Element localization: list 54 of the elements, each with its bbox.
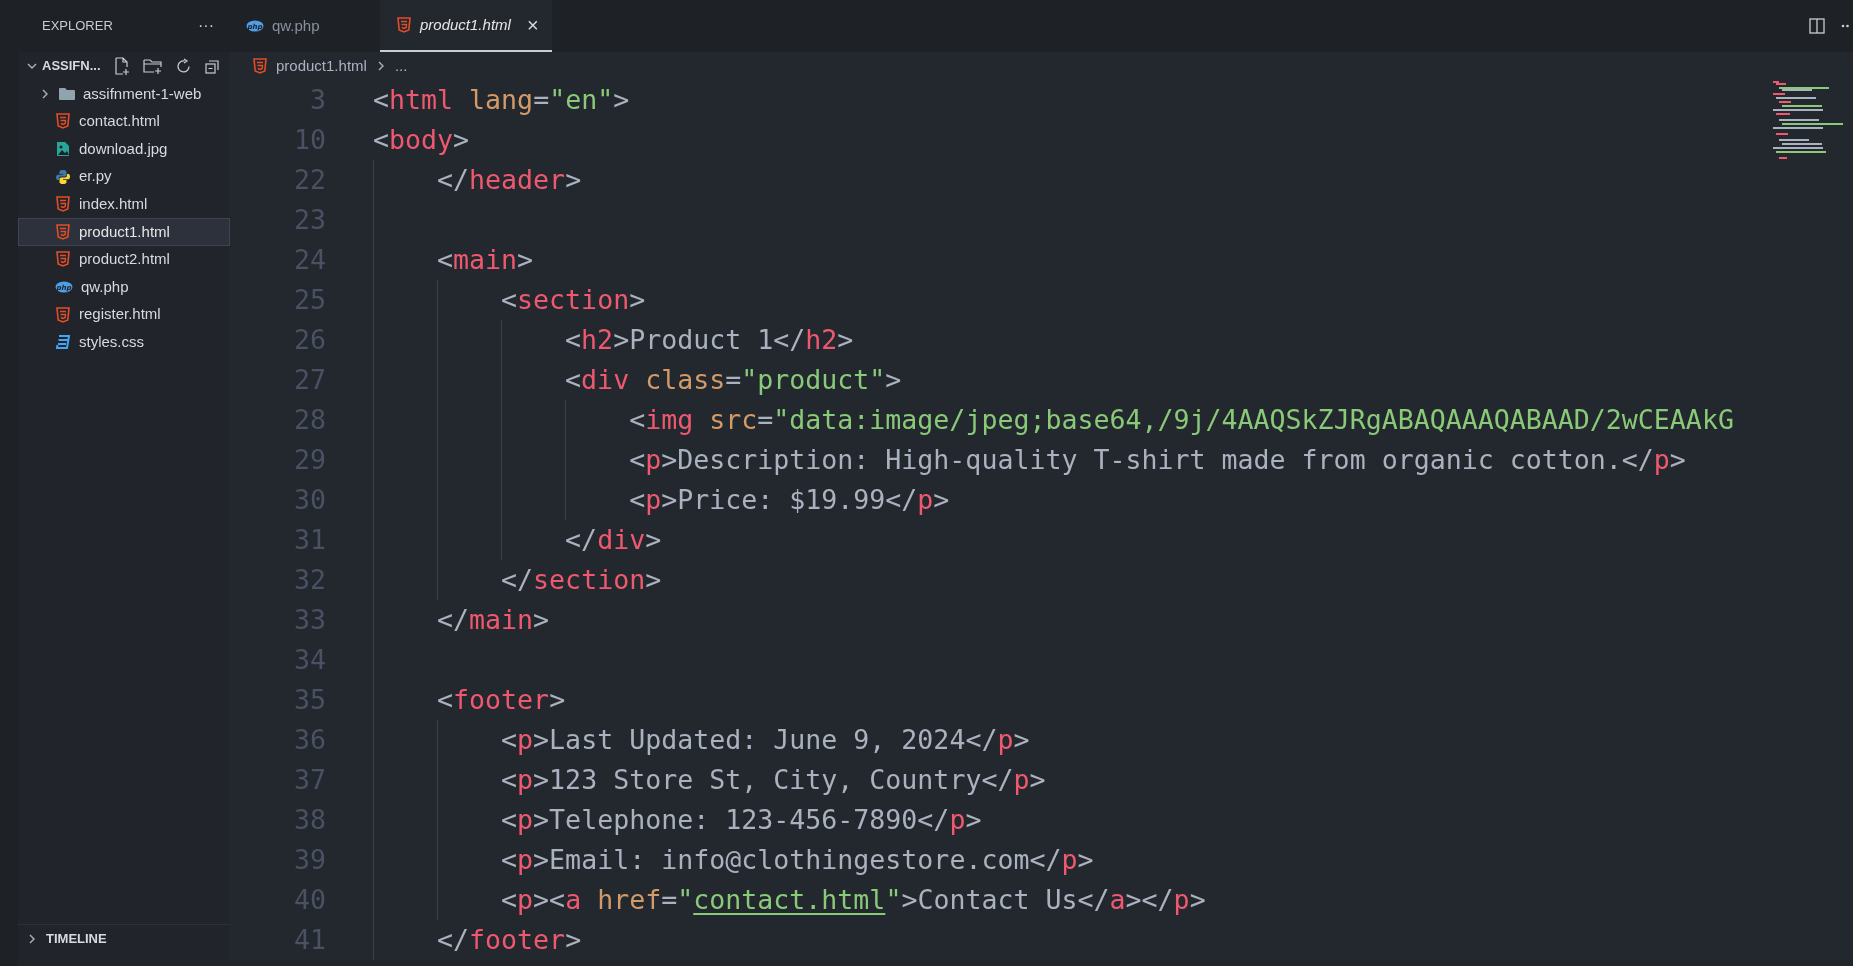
- code-line: <p><a href="contact.html">Contact Us</a></p>: [501, 883, 1207, 918]
- html-file-icon: [55, 251, 71, 268]
- breadcrumb-more[interactable]: ...: [394, 54, 408, 78]
- file-tree-item[interactable]: product2.html: [18, 245, 230, 274]
- css-file-icon: [55, 334, 71, 351]
- html-file-icon: [55, 223, 71, 240]
- code-line: <p>Telephone: 123-456-7890</p>: [501, 803, 983, 838]
- file-tree-item[interactable]: assifnment-1-web: [18, 80, 230, 108]
- refresh-icon[interactable]: [174, 57, 192, 75]
- code-line: </main>: [437, 603, 551, 638]
- file-tree-item[interactable]: download.jpg: [18, 135, 230, 163]
- timeline-section[interactable]: TIMELINE: [26, 928, 107, 949]
- html-file-icon: [396, 17, 412, 33]
- file-tree-item[interactable]: styles.css: [18, 328, 230, 356]
- html-file-icon: [55, 196, 71, 213]
- code-line: <div class="product">: [565, 363, 903, 398]
- code-line: <p>Price: $19.99</p>: [629, 483, 951, 518]
- python-file-icon: [55, 168, 71, 185]
- code-line: <p>123 Store St, City, Country</p>: [501, 763, 1047, 798]
- html-file-icon: [55, 306, 71, 323]
- file-tree-item[interactable]: er.py: [18, 162, 230, 191]
- code-line: <p>Last Updated: June 9, 2024</p>: [501, 723, 1031, 758]
- file-tree-item[interactable]: register.html: [18, 300, 230, 329]
- code-line: </footer>: [437, 923, 583, 958]
- html-file-icon: [252, 58, 268, 74]
- new-file-icon[interactable]: [112, 57, 131, 75]
- html-file-icon: [55, 113, 71, 130]
- code-line: <img src="data:image/jpeg;base64,/9j/4AAQSkZJRgABAQAAAQABAAD/2wCEAAkG: [629, 403, 1735, 438]
- more-actions-button[interactable]: ···: [198, 14, 214, 38]
- file-tree-item[interactable]: contact.html: [18, 107, 230, 136]
- code-line: <p>Email: info@clothingestore.com</p>: [501, 843, 1095, 878]
- file-tree-item[interactable]: product1.html: [18, 217, 230, 246]
- code-line: </div>: [565, 523, 663, 558]
- editor-tab[interactable]: product1.html ×: [380, 0, 552, 52]
- code-line: <footer>: [437, 683, 567, 718]
- folder-icon: [59, 86, 75, 101]
- close-tab-button[interactable]: ×: [526, 10, 539, 40]
- file-tree-item[interactable]: index.html: [18, 190, 230, 218]
- collapse-all-icon[interactable]: [203, 57, 221, 75]
- code-line: </header>: [437, 163, 583, 198]
- code-line: <section>: [501, 283, 647, 318]
- code-line: <body>: [373, 123, 471, 158]
- split-editor-icon[interactable]: [1809, 18, 1825, 34]
- code-line: <html lang="en">: [373, 83, 631, 118]
- breadcrumb-file[interactable]: product1.html: [276, 54, 367, 78]
- code-line: </section>: [501, 563, 663, 598]
- image-file-icon: [55, 141, 71, 157]
- code-line: <h2>Product 1</h2>: [565, 323, 855, 358]
- code-line: <p>Description: High-quality T-shirt made from organic cotton.</p>: [629, 443, 1687, 478]
- explorer-title: EXPLORER: [42, 17, 113, 36]
- folder-toggle[interactable]: ASSIFN...: [26, 56, 101, 76]
- new-folder-icon[interactable]: [142, 57, 163, 75]
- code-line: <main>: [437, 243, 535, 278]
- more-icon[interactable]: [1841, 24, 1849, 28]
